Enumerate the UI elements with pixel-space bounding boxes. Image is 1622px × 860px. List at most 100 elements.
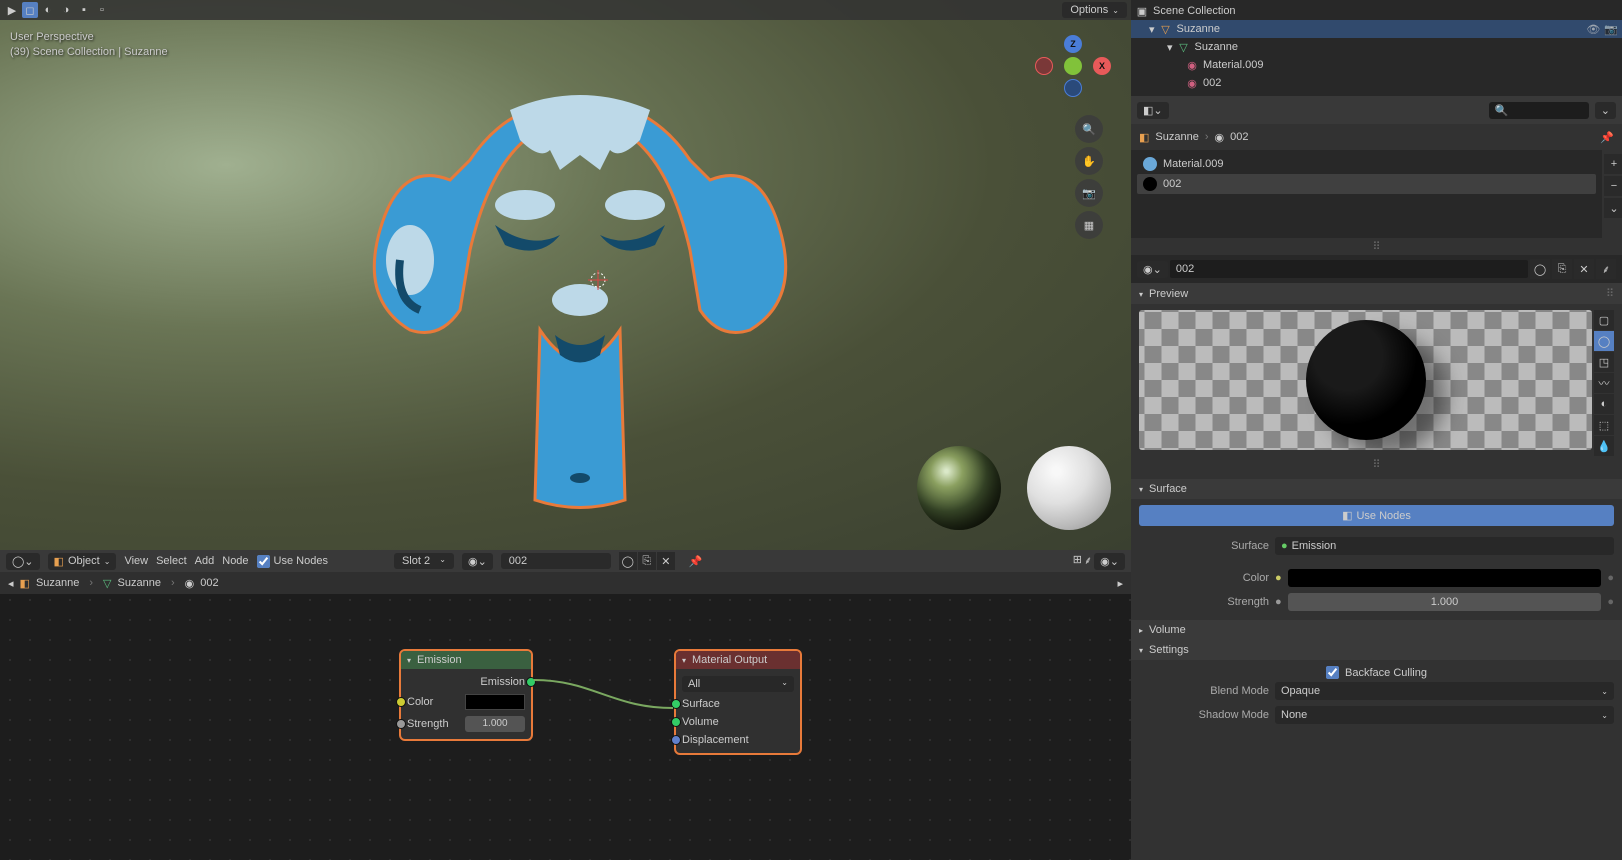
eye-icon[interactable]: 👁	[1586, 23, 1600, 36]
menu-add[interactable]: Add	[195, 555, 215, 567]
strength-field[interactable]: 1.000	[465, 716, 525, 732]
axis-y[interactable]	[1064, 57, 1082, 75]
backface-culling-checkbox[interactable]	[1326, 666, 1339, 679]
nodetree-icon[interactable]: ⸙	[1596, 259, 1616, 279]
unlink-icon[interactable]: ✕	[657, 552, 675, 570]
socket-surface-in[interactable]	[671, 699, 681, 709]
axis-neg-x[interactable]	[1035, 57, 1053, 75]
suzanne-mesh[interactable]	[350, 60, 810, 510]
select-box-icon[interactable]: ◻	[22, 2, 38, 18]
socket-emission-out-label: Emission	[480, 676, 525, 688]
node-material-output[interactable]: Material Output All⌄ Surface Volume Disp…	[675, 650, 801, 754]
socket-strength-in[interactable]	[396, 719, 406, 729]
preview-shader-icon[interactable]: ◐	[1594, 394, 1614, 414]
preview-flat-icon[interactable]: ▢	[1594, 310, 1614, 330]
material-browse-button[interactable]: ◉⌄	[1137, 261, 1168, 278]
color-prop-swatch[interactable]	[1288, 569, 1602, 587]
output-target-dropdown[interactable]: All⌄	[682, 676, 794, 692]
select-lasso-icon[interactable]: ◑	[58, 2, 74, 18]
material-name-input[interactable]: 002	[1170, 260, 1528, 278]
nav-forward-icon[interactable]: ▸	[1117, 577, 1123, 590]
slot-selector[interactable]: Slot 2⌄	[394, 553, 454, 569]
camera-icon[interactable]: 📷	[1604, 23, 1618, 36]
select-circle-icon[interactable]: ◐	[40, 2, 56, 18]
blend-mode-dropdown[interactable]: Opaque⌄	[1275, 682, 1614, 700]
strength-prop-field[interactable]: 1.000	[1288, 593, 1602, 611]
menu-view[interactable]: View	[124, 555, 148, 567]
slot-menu-icon[interactable]: ⌄	[1604, 198, 1622, 218]
socket-displacement-in[interactable]	[671, 735, 681, 745]
tree-material-002[interactable]: ◉002	[1131, 74, 1622, 92]
remove-slot-icon[interactable]: −	[1604, 176, 1622, 196]
viewport-3d[interactable]: ▶ ◻ ◐ ◑ ▪ ▫ Options⌄ User Perspective (3…	[0, 0, 1131, 550]
options-dropdown[interactable]: Options⌄	[1062, 2, 1127, 18]
fake-user-icon[interactable]: ◯	[619, 552, 637, 570]
node-output-header[interactable]: Material Output	[676, 651, 800, 669]
select-more-icon[interactable]: ▫	[94, 2, 110, 18]
node-emission[interactable]: Emission Emission Color Strength1.000	[400, 650, 532, 740]
select-tweak-icon[interactable]: ▪	[76, 2, 92, 18]
camera-icon[interactable]: 📷	[1075, 179, 1103, 207]
snap-icon[interactable]: ⸙	[1084, 553, 1092, 570]
axis-neg-z[interactable]	[1064, 79, 1082, 97]
outliner[interactable]: ▣Scene Collection ▾▽Suzanne👁📷 ▾▽Suzanne …	[1131, 0, 1622, 96]
fake-user-icon[interactable]: ◯	[1530, 259, 1550, 279]
node-emission-header[interactable]: Emission	[401, 651, 531, 669]
props-type-dropdown[interactable]: ◧⌄	[1137, 102, 1169, 119]
surface-shader-dropdown[interactable]: ●Emission	[1275, 537, 1614, 555]
add-slot-icon[interactable]: +	[1604, 154, 1622, 174]
preview-cube-icon[interactable]: ◳	[1594, 352, 1614, 372]
socket-volume-in[interactable]	[671, 717, 681, 727]
tree-material-009[interactable]: ◉Material.009	[1131, 56, 1622, 74]
menu-select[interactable]: Select	[156, 555, 187, 567]
preview-hair-icon[interactable]: 〰	[1594, 373, 1614, 393]
zoom-icon[interactable]: 🔍	[1075, 115, 1103, 143]
list-resize-handle[interactable]: ⠿	[1131, 238, 1622, 255]
menu-node[interactable]: Node	[222, 555, 248, 567]
material-slot-1[interactable]: 002	[1137, 174, 1596, 194]
axis-z[interactable]: Z	[1064, 35, 1082, 53]
panel-settings-header[interactable]: Settings	[1131, 640, 1622, 660]
preview-cloth-icon[interactable]: ⬚	[1594, 415, 1614, 435]
color-swatch[interactable]	[465, 694, 525, 710]
material-slot-0[interactable]: Material.009	[1137, 154, 1596, 174]
tree-suzanne[interactable]: ▾▽Suzanne👁📷	[1131, 20, 1622, 38]
duplicate-icon[interactable]: ⎘	[638, 552, 656, 570]
properties-search[interactable]: 🔍	[1489, 102, 1589, 119]
preview-fluid-icon[interactable]: 💧	[1594, 436, 1614, 456]
perspective-icon[interactable]: ▦	[1075, 211, 1103, 239]
unlink-material-icon[interactable]: ✕	[1574, 259, 1594, 279]
overlay-icon[interactable]: ⊞	[1073, 553, 1082, 570]
panel-surface-header[interactable]: Surface	[1131, 479, 1622, 499]
socket-color-in[interactable]	[396, 697, 406, 707]
pin-icon[interactable]: 📌	[683, 553, 709, 570]
preview-resize-handle[interactable]: ⠿	[1139, 456, 1614, 473]
editor-type-dropdown[interactable]: ◯⌄	[6, 553, 40, 570]
node-editor[interactable]: ◯⌄ ◧Object⌄ View Select Add Node Use Nod…	[0, 550, 1131, 860]
props-options-dropdown[interactable]: ⌄	[1595, 102, 1616, 119]
pan-icon[interactable]: ✋	[1075, 147, 1103, 175]
pin-icon[interactable]: 📌	[1600, 131, 1614, 144]
color-link-icon[interactable]: ●	[1607, 572, 1614, 584]
new-material-icon[interactable]: ⎘	[1552, 259, 1572, 279]
strength-link-icon[interactable]: ●	[1607, 596, 1614, 608]
mode-dropdown[interactable]: ◧Object⌄	[48, 553, 117, 570]
use-nodes-checkbox[interactable]: Use Nodes	[257, 555, 328, 568]
axis-x[interactable]: X	[1093, 57, 1111, 75]
panel-volume-header[interactable]: Volume	[1131, 620, 1622, 640]
panel-preview-header[interactable]: Preview⠿	[1131, 283, 1622, 304]
socket-emission-out[interactable]	[526, 677, 536, 687]
shadow-mode-dropdown[interactable]: None⌄	[1275, 706, 1614, 724]
tree-scene-collection[interactable]: ▣Scene Collection	[1131, 2, 1622, 20]
material-browse-icon[interactable]: ◉⌄	[462, 553, 493, 570]
shading-dropdown[interactable]: ◉⌄	[1094, 553, 1125, 570]
material-slot-list[interactable]: Material.009 002	[1131, 150, 1602, 238]
cursor-tool-icon[interactable]: ▶	[4, 2, 20, 18]
navigation-gizmo[interactable]: Z X	[1033, 35, 1113, 95]
use-nodes-button[interactable]: ◧ Use Nodes	[1139, 505, 1614, 526]
nav-back-icon[interactable]: ◂	[8, 577, 14, 590]
tree-suzanne-mesh[interactable]: ▾▽Suzanne	[1131, 38, 1622, 56]
preview-sphere-icon[interactable]: ◯	[1594, 331, 1614, 351]
material-name-field[interactable]: 002	[501, 553, 611, 569]
viewport-info-overlay: User Perspective (39) Scene Collection |…	[10, 30, 168, 60]
